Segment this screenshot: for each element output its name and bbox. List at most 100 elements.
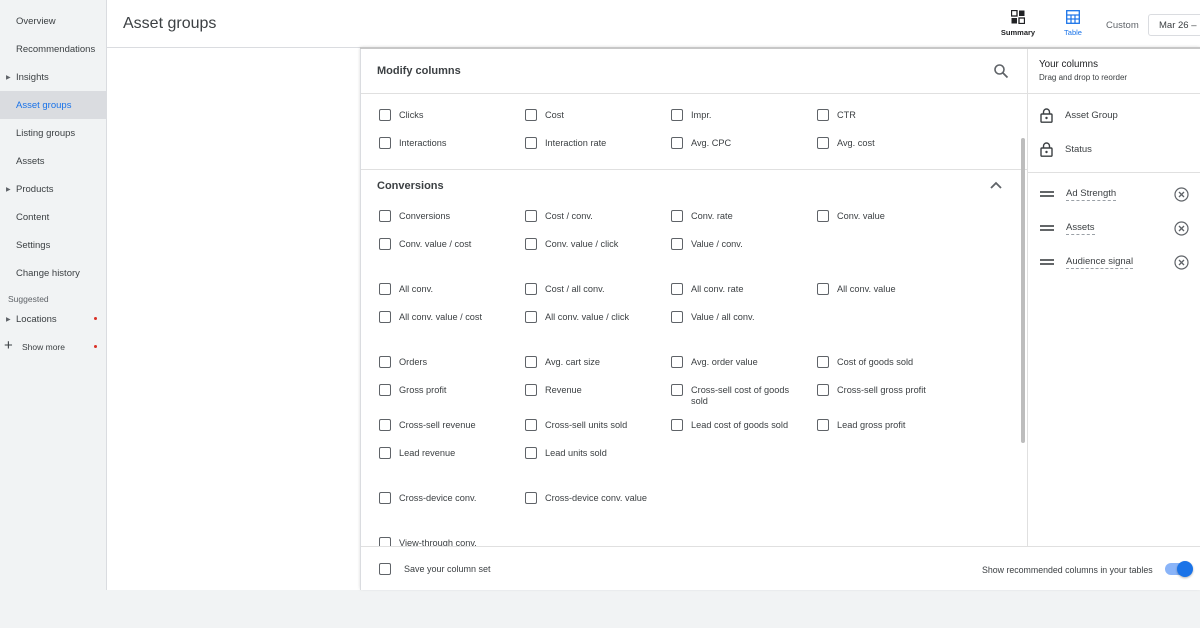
sidebar-item-overview[interactable]: Overview	[0, 7, 106, 35]
column-checkbox-clicks[interactable]: Clicks	[379, 109, 424, 121]
sidebar-item-insights[interactable]: ▶ Insights	[0, 63, 106, 91]
remove-circle-icon[interactable]	[1174, 254, 1189, 270]
summary-view-button[interactable]: Summary	[996, 10, 1040, 42]
column-checkbox-interaction-rate[interactable]: Interaction rate	[525, 137, 606, 149]
checkbox[interactable]	[379, 238, 391, 250]
sidebar-item-asset-groups[interactable]: Asset groups	[0, 91, 106, 119]
checkbox[interactable]	[671, 109, 683, 121]
checkbox[interactable]	[379, 283, 391, 295]
column-checkbox-all-conv-value-cost[interactable]: All conv. value / cost	[379, 311, 482, 323]
checkbox[interactable]	[671, 210, 683, 222]
selected-column-assets[interactable]: Assets	[1040, 219, 1200, 237]
sidebar-item-listing-groups[interactable]: Listing groups	[0, 119, 106, 147]
caret-right-icon[interactable]: ▶	[6, 186, 11, 193]
column-checkbox-cross-sell-gross-profit[interactable]: Cross-sell gross profit	[817, 384, 926, 396]
column-checkbox-cross-device-conv[interactable]: Cross-device conv.	[379, 492, 476, 504]
column-checkbox-lead-cost-of-goods-sold[interactable]: Lead cost of goods sold	[671, 419, 788, 431]
checkbox[interactable]	[379, 419, 391, 431]
checkbox[interactable]	[671, 384, 683, 396]
drag-handle-icon[interactable]	[1040, 190, 1054, 198]
table-view-button[interactable]: Table	[1051, 10, 1095, 42]
sidebar-item-settings[interactable]: Settings	[0, 231, 106, 259]
column-checkbox-ctr[interactable]: CTR	[817, 109, 856, 121]
drag-handle-icon[interactable]	[1040, 258, 1054, 266]
checkbox[interactable]	[525, 356, 537, 368]
checkbox[interactable]	[379, 109, 391, 121]
column-checkbox-cross-sell-units-sold[interactable]: Cross-sell units sold	[525, 419, 627, 431]
chevron-up-icon[interactable]	[989, 180, 1003, 190]
sidebar-item-recommendations[interactable]: Recommendations	[0, 35, 106, 63]
sidebar-item-products[interactable]: ▶ Products	[0, 175, 106, 203]
checkbox[interactable]	[817, 109, 829, 121]
column-checkbox-all-conv-value[interactable]: All conv. value	[817, 283, 896, 295]
drag-handle-icon[interactable]	[1040, 224, 1054, 232]
checkbox[interactable]	[671, 311, 683, 323]
checkbox[interactable]	[671, 238, 683, 250]
checkbox[interactable]	[817, 384, 829, 396]
column-checkbox-cost-conv[interactable]: Cost / conv.	[525, 210, 593, 222]
checkbox[interactable]	[817, 419, 829, 431]
column-checkbox-all-conv-value-click[interactable]: All conv. value / click	[525, 311, 629, 323]
checkbox[interactable]	[671, 283, 683, 295]
selected-column-audience-signal[interactable]: Audience signal	[1040, 253, 1200, 271]
checkbox[interactable]	[525, 492, 537, 504]
caret-right-icon[interactable]: ▶	[6, 316, 11, 323]
checkbox[interactable]	[379, 447, 391, 459]
column-checkbox-cross-device-conv-value[interactable]: Cross-device conv. value	[525, 492, 647, 504]
selected-column-ad-strength[interactable]: Ad Strength	[1040, 185, 1200, 203]
checkbox[interactable]	[379, 384, 391, 396]
column-checkbox-cost-of-goods-sold[interactable]: Cost of goods sold	[817, 356, 913, 368]
sidebar-item-assets[interactable]: Assets	[0, 147, 106, 175]
checkbox[interactable]	[525, 210, 537, 222]
column-checkbox-all-conv[interactable]: All conv.	[379, 283, 433, 295]
column-checkbox-value-all-conv[interactable]: Value / all conv.	[671, 311, 755, 323]
checkbox[interactable]	[379, 210, 391, 222]
checkbox[interactable]	[671, 419, 683, 431]
save-column-set-checkbox[interactable]: Save your column set	[379, 563, 491, 575]
column-checkbox-lead-gross-profit[interactable]: Lead gross profit	[817, 419, 905, 431]
scrollbar[interactable]	[1021, 138, 1025, 443]
column-checkbox-lead-units-sold[interactable]: Lead units sold	[525, 447, 607, 459]
checkbox[interactable]	[525, 419, 537, 431]
checkbox[interactable]	[379, 311, 391, 323]
checkbox[interactable]	[525, 283, 537, 295]
column-checkbox-cost[interactable]: Cost	[525, 109, 564, 121]
checkbox[interactable]	[379, 137, 391, 149]
column-checkbox-value-conv[interactable]: Value / conv.	[671, 238, 743, 250]
column-checkbox-conv-rate[interactable]: Conv. rate	[671, 210, 733, 222]
recommended-columns-toggle[interactable]	[1165, 561, 1193, 577]
column-checkbox-avg-cpc[interactable]: Avg. CPC	[671, 137, 731, 149]
checkbox[interactable]	[525, 311, 537, 323]
column-checkbox-revenue[interactable]: Revenue	[525, 384, 582, 396]
search-icon[interactable]	[993, 63, 1009, 79]
column-checkbox-conversions[interactable]: Conversions	[379, 210, 450, 222]
checkbox[interactable]	[379, 492, 391, 504]
checkbox[interactable]	[671, 137, 683, 149]
column-checkbox-impr[interactable]: Impr.	[671, 109, 711, 121]
show-more-button[interactable]: + Show more	[0, 337, 106, 357]
checkbox[interactable]	[817, 210, 829, 222]
sidebar-item-change-history[interactable]: Change history	[0, 259, 106, 287]
column-checkbox-avg-order-value[interactable]: Avg. order value	[671, 356, 758, 368]
column-checkbox-cross-sell-cost-of-goods-sold[interactable]: Cross-sell cost of goods sold	[671, 384, 803, 407]
date-range-button[interactable]: Mar 26 –	[1148, 14, 1200, 36]
column-checkbox-lead-revenue[interactable]: Lead revenue	[379, 447, 455, 459]
checkbox[interactable]	[525, 238, 537, 250]
sidebar-item-content[interactable]: Content	[0, 203, 106, 231]
checkbox[interactable]	[817, 283, 829, 295]
sidebar-item-locations[interactable]: ▶ Locations	[0, 305, 106, 333]
column-checkbox-conv-value-cost[interactable]: Conv. value / cost	[379, 238, 471, 250]
checkbox[interactable]	[817, 137, 829, 149]
checkbox[interactable]	[671, 356, 683, 368]
checkbox[interactable]	[525, 447, 537, 459]
column-checkbox-cross-sell-revenue[interactable]: Cross-sell revenue	[379, 419, 476, 431]
checkbox[interactable]	[525, 384, 537, 396]
column-checkbox-cost-all-conv[interactable]: Cost / all conv.	[525, 283, 605, 295]
checkbox[interactable]	[525, 109, 537, 121]
column-checkbox-conv-value[interactable]: Conv. value	[817, 210, 885, 222]
column-checkbox-all-conv-rate[interactable]: All conv. rate	[671, 283, 743, 295]
checkbox[interactable]	[379, 563, 391, 575]
column-checkbox-conv-value-click[interactable]: Conv. value / click	[525, 238, 618, 250]
column-checkbox-avg-cost[interactable]: Avg. cost	[817, 137, 875, 149]
column-checkbox-gross-profit[interactable]: Gross profit	[379, 384, 446, 396]
